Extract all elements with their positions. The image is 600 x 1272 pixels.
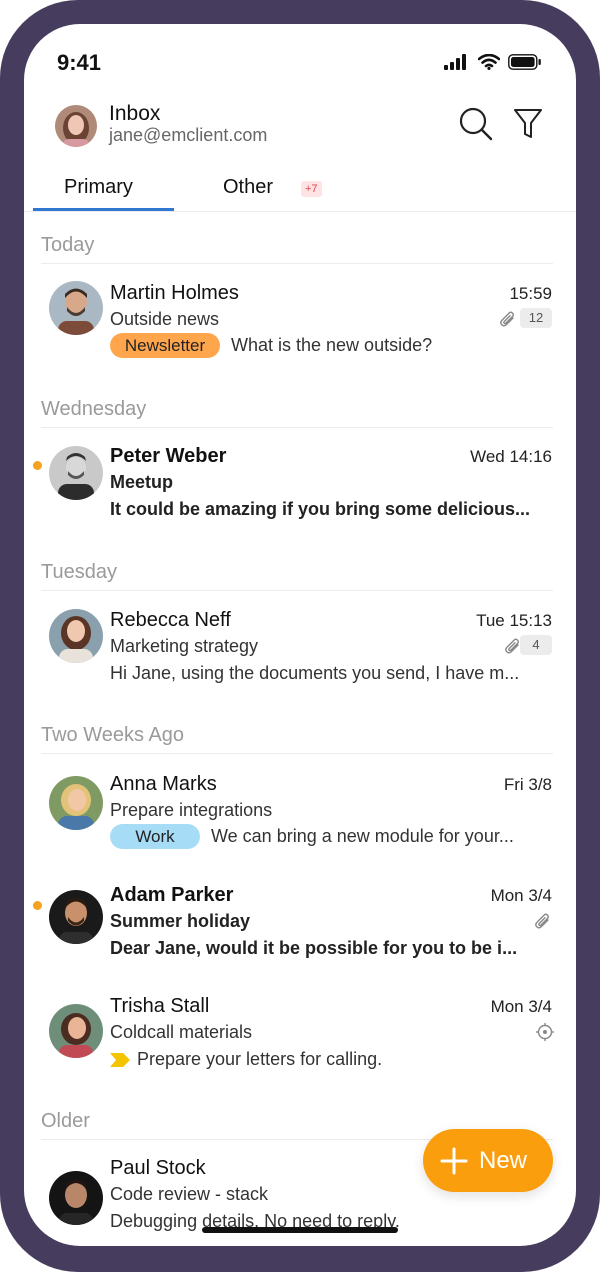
- email-preview: Prepare your letters for calling.: [137, 1049, 383, 1069]
- new-email-label: New: [479, 1147, 528, 1174]
- status-icons: [444, 54, 542, 70]
- status-time: 9:41: [57, 50, 102, 75]
- email-row[interactable]: Peter Weber Wed 14:16 Meetup It could be…: [24, 437, 576, 537]
- email-sender: Trisha Stall: [110, 995, 210, 1017]
- email-subject: Coldcall materials: [110, 1022, 253, 1042]
- email-preview: Dear Jane, would it be possible for you …: [110, 938, 518, 958]
- other-count-badge: +7: [301, 181, 322, 197]
- inbox-title: Inbox: [109, 102, 161, 125]
- unread-indicator: [33, 901, 42, 910]
- tag-work[interactable]: Work: [110, 824, 200, 849]
- email-row[interactable]: Martin Holmes 15:59 Outside news 12 News…: [24, 274, 576, 374]
- email-subject: Marketing strategy: [110, 636, 259, 656]
- email-row[interactable]: Trisha Stall Mon 3/4 Coldcall materials …: [24, 987, 576, 1087]
- email-subject: Summer holiday: [110, 911, 251, 931]
- search-icon[interactable]: [458, 106, 494, 142]
- email-preview: It could be amazing if you bring some de…: [110, 499, 531, 519]
- unread-indicator: [33, 461, 42, 470]
- email-sender: Paul Stock: [110, 1157, 206, 1179]
- avatar: [49, 609, 103, 663]
- email-time: Mon 3/4: [490, 997, 552, 1016]
- section-older: Older: [41, 1110, 90, 1132]
- email-preview: Hi Jane, using the documents you send, I…: [110, 663, 520, 683]
- section-divider: [41, 427, 553, 428]
- paperclip-icon: [535, 913, 550, 929]
- email-sender: Martin Holmes: [110, 282, 239, 304]
- account-email: jane@emclient.com: [109, 125, 268, 145]
- email-time: Mon 3/4: [490, 886, 552, 905]
- email-time: Tue 15:13: [476, 611, 552, 630]
- email-subject: Meetup: [110, 472, 173, 492]
- flag-arrow-icon: [110, 1053, 130, 1067]
- signal-icon: [444, 54, 466, 70]
- email-subject: Outside news: [110, 309, 220, 329]
- section-today: Today: [41, 234, 95, 256]
- plus-icon: [440, 1147, 468, 1175]
- paperclip-icon: [500, 311, 515, 327]
- new-email-button[interactable]: New: [423, 1129, 553, 1192]
- email-sender: Adam Parker: [110, 884, 234, 906]
- email-time: Fri 3/8: [503, 775, 552, 794]
- avatar: [49, 281, 103, 335]
- tab-divider: [24, 211, 576, 212]
- attachment-count: 4: [520, 635, 552, 655]
- section-two-weeks-ago: Two Weeks Ago: [41, 724, 185, 746]
- attachment-count: 12: [520, 308, 552, 328]
- email-preview: What is the new outside?: [231, 335, 433, 355]
- phone-screen: 9:41 Inbox jane@emclient.com Primary Oth…: [24, 24, 576, 1246]
- account-avatar[interactable]: [55, 105, 97, 147]
- avatar: [49, 1171, 103, 1225]
- section-tuesday: Tuesday: [41, 561, 117, 583]
- target-icon: [536, 1023, 554, 1041]
- email-row[interactable]: Anna Marks Fri 3/8 Prepare integrations …: [24, 765, 576, 865]
- email-row[interactable]: Rebecca Neff Tue 15:13 Marketing strateg…: [24, 601, 576, 701]
- email-subject: Prepare integrations: [110, 800, 273, 820]
- section-divider: [41, 753, 553, 754]
- section-divider: [41, 590, 553, 591]
- avatar: [49, 446, 103, 500]
- section-wednesday: Wednesday: [41, 398, 147, 420]
- email-time: Wed 14:16: [470, 447, 552, 466]
- avatar: [49, 890, 103, 944]
- email-time: 15:59: [509, 284, 552, 303]
- email-row[interactable]: Adam Parker Mon 3/4 Summer holiday Dear …: [24, 876, 576, 976]
- email-sender: Peter Weber: [110, 445, 227, 467]
- wifi-icon: [478, 54, 500, 70]
- home-indicator[interactable]: [202, 1227, 398, 1233]
- tag-newsletter[interactable]: Newsletter: [110, 333, 220, 358]
- avatar: [49, 776, 103, 830]
- battery-icon: [508, 54, 541, 70]
- section-divider: [41, 263, 553, 264]
- filter-icon[interactable]: [513, 108, 543, 140]
- email-sender: Rebecca Neff: [110, 609, 231, 631]
- email-sender: Anna Marks: [110, 773, 217, 795]
- email-subject: Code review - stack: [110, 1184, 269, 1204]
- email-preview: We can bring a new module for your...: [211, 826, 514, 846]
- avatar: [49, 1004, 103, 1058]
- tab-other[interactable]: Other: [223, 176, 273, 199]
- tab-primary[interactable]: Primary: [64, 176, 133, 199]
